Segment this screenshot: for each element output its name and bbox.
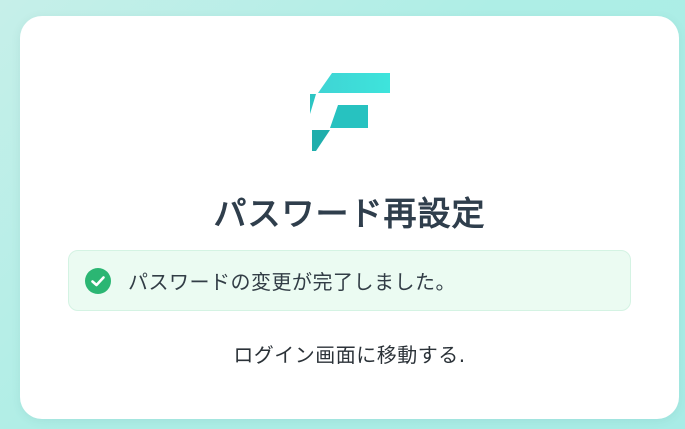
check-circle-icon [85, 267, 111, 294]
password-reset-card: パスワード再設定 パスワードの変更が完了しました。 ログイン画面に移動する. [20, 16, 679, 419]
login-link[interactable]: ログイン画面に移動する. [20, 340, 679, 370]
success-alert: パスワードの変更が完了しました。 [68, 250, 631, 311]
page-title: パスワード再設定 [213, 194, 486, 233]
brand-logo-icon [310, 73, 390, 151]
success-message: パスワードの変更が完了しました。 [128, 270, 456, 294]
